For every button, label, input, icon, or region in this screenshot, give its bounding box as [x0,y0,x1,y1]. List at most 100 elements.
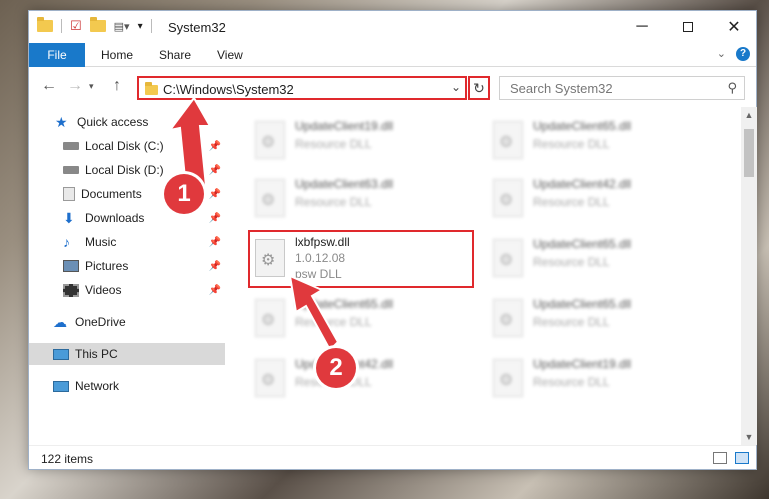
up-button[interactable]: ↑ [113,77,121,95]
file-item[interactable]: UpdateClient19.dll Resource DLL [489,353,709,407]
refresh-button[interactable]: ↻ [468,76,490,100]
sidebar-item-label: Downloads [85,211,145,225]
title-bar: ☑ ▤▾ ▾ System32 ─ ✕ [29,11,756,43]
sidebar-item-label: Videos [85,283,122,297]
dll-file-icon [493,299,523,337]
file-description: Resource DLL [533,315,610,329]
sidebar-item-label: This PC [75,347,118,361]
network-icon [53,380,69,392]
file-item[interactable]: UpdateClient42.dll Resource DLL [251,353,471,407]
sidebar-item-label: Quick access [77,115,149,129]
tab-home[interactable]: Home [101,48,133,62]
pin-icon[interactable]: 📌 [209,213,221,224]
star-icon: ★ [55,114,68,130]
file-item[interactable]: UpdateClient19.dll Resource DLL [251,115,471,169]
sidebar-item-videos[interactable]: Videos 📌 [29,279,225,301]
new-folder-icon[interactable] [89,17,106,32]
dll-file-icon [255,179,285,217]
sidebar-item-downloads[interactable]: ⬇ Downloads 📌 [29,207,225,229]
vertical-scrollbar[interactable]: ▲ ▼ [741,107,757,445]
file-name: UpdateClient63.dll [295,177,394,191]
sidebar-item-pictures[interactable]: Pictures 📌 [29,255,225,277]
dll-file-icon [255,299,285,337]
close-button[interactable]: ✕ [711,11,757,43]
tiles-view-icon[interactable] [735,452,749,464]
drive-icon [63,166,79,174]
pin-icon[interactable]: 📌 [209,261,221,272]
forward-button[interactable]: → [67,77,83,95]
sidebar-item-music[interactable]: ♪ Music 📌 [29,231,225,253]
sidebar-item-onedrive[interactable]: ☁ OneDrive [29,311,225,333]
item-count: 122 items [41,452,94,466]
dll-file-icon [493,239,523,277]
tab-share[interactable]: Share [159,48,191,62]
sidebar-item-quick-access[interactable]: ★ Quick access [29,111,225,133]
file-name: UpdateClient65.dll [295,297,394,311]
address-path[interactable]: C:\Windows\System32 [163,82,294,97]
file-item[interactable]: UpdateClient42.dll Resource DLL [489,173,709,227]
sidebar-item-label: Music [85,235,117,249]
tab-view[interactable]: View [217,48,243,62]
pin-icon[interactable]: 📌 [209,165,221,176]
dll-file-icon [255,121,285,159]
search-icon[interactable]: ⚲ [727,80,737,96]
recent-locations-icon[interactable]: ▾ [89,81,94,92]
file-description: Resource DLL [295,315,372,329]
pin-icon[interactable]: 📌 [209,141,221,152]
dll-file-icon [493,359,523,397]
dropdown-arrow-icon[interactable]: ▾ [138,21,143,32]
scrollbar-thumb[interactable] [744,129,754,177]
sidebar-item-network[interactable]: Network [29,375,225,397]
documents-icon [63,187,75,201]
close-icon: ✕ [727,19,741,36]
help-icon[interactable]: ? [736,47,750,61]
file-description: Resource DLL [295,195,372,209]
cloud-icon: ☁ [53,314,67,330]
pictures-icon [63,260,79,272]
file-item[interactable]: UpdateClient65.dll Resource DLL [489,233,709,287]
properties-icon[interactable]: ☑ [70,18,82,34]
file-item[interactable]: UpdateClient65.dll Resource DLL [251,293,471,347]
search-input[interactable]: Search System32 ⚲ [499,76,745,100]
music-icon: ♪ [63,234,70,250]
file-name: UpdateClient65.dll [533,119,632,133]
tab-file[interactable]: File [29,43,85,67]
window-title: System32 [168,20,226,35]
step-1-badge: 1 [164,174,204,214]
pin-icon[interactable]: 📌 [209,189,221,200]
toolbar-divider [61,19,62,33]
maximize-button[interactable] [665,11,711,43]
file-description: Resource DLL [533,375,610,389]
target-file-highlight [248,230,474,288]
file-name: UpdateClient42.dll [533,177,632,191]
file-item[interactable]: UpdateClient65.dll Resource DLL [489,293,709,347]
file-name: UpdateClient65.dll [533,297,632,311]
chevron-down-icon[interactable]: ⌄ [451,80,461,94]
minimize-icon: ─ [636,18,648,35]
maximize-icon [683,22,693,32]
file-description: Resource DLL [295,137,372,151]
minimize-button[interactable]: ─ [619,11,665,43]
address-bar[interactable]: C:\Windows\System32 ⌄ [137,76,467,100]
drive-icon [63,142,79,150]
customize-toolbar-icon[interactable]: ▤▾ [114,20,130,33]
pin-icon[interactable]: 📌 [209,237,221,248]
quick-access-toolbar: ☑ ▤▾ ▾ [37,17,152,34]
file-item[interactable]: UpdateClient65.dll Resource DLL [489,115,709,169]
sidebar-item-local-disk-c[interactable]: Local Disk (C:) 📌 [29,135,225,157]
pin-icon[interactable]: 📌 [209,285,221,296]
folder-icon [145,82,158,95]
dll-file-icon [493,179,523,217]
download-icon: ⬇ [63,210,75,226]
details-view-icon[interactable] [713,452,727,464]
ribbon-tabs: File Home Share View ⌄ ? [29,43,756,67]
scroll-up-icon[interactable]: ▲ [741,107,757,123]
file-name: UpdateClient65.dll [533,237,632,251]
expand-ribbon-icon[interactable]: ⌄ [717,47,726,60]
file-description: Resource DLL [533,195,610,209]
sidebar-item-this-pc[interactable]: This PC [29,343,225,365]
folder-icon[interactable] [37,17,53,32]
file-item[interactable]: UpdateClient63.dll Resource DLL [251,173,471,227]
back-button[interactable]: ← [41,77,57,95]
scroll-down-icon[interactable]: ▼ [741,429,757,445]
